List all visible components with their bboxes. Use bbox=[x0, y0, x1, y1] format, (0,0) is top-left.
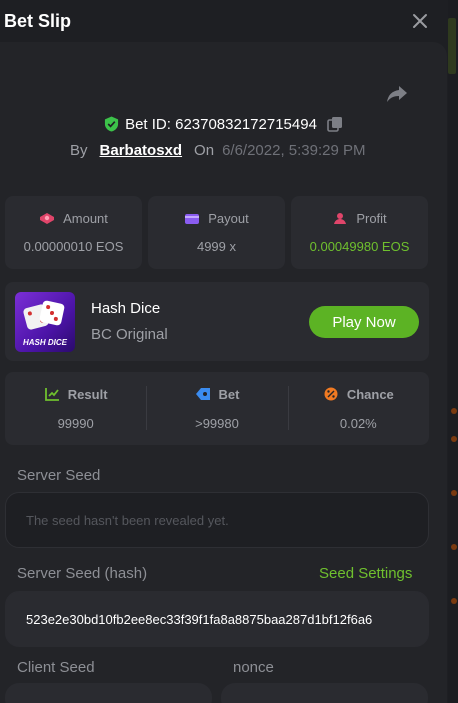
chance-column: Chance 0.02% bbox=[287, 372, 429, 445]
stat-value: 4999 x bbox=[196, 239, 237, 254]
dialog-title: Bet Slip bbox=[4, 10, 72, 31]
result-value: 99990 bbox=[57, 415, 94, 431]
server-seed-field[interactable]: The seed hasn't been revealed yet. bbox=[5, 492, 429, 548]
background-dot bbox=[451, 436, 457, 442]
share-icon[interactable] bbox=[386, 84, 408, 104]
amount-icon bbox=[40, 212, 55, 224]
stat-payout: Payout 4999 x bbox=[148, 196, 285, 269]
client-seed-field[interactable] bbox=[5, 683, 212, 703]
background-dot bbox=[451, 544, 457, 550]
nonce-field[interactable] bbox=[221, 683, 428, 703]
result-panel: Result 99990 Bet >99980 Chance 0.02% bbox=[5, 372, 429, 445]
server-hash-field[interactable]: 523e2e30bd10fb2ee8ec33f39f1fa8a8875baa28… bbox=[5, 591, 429, 647]
stat-label: Amount bbox=[63, 211, 108, 226]
chance-value: 0.02% bbox=[339, 415, 377, 431]
bet-stats: Amount 0.00000010 EOS Payout 4999 x Prof… bbox=[5, 196, 428, 269]
result-icon bbox=[44, 388, 59, 401]
bet-value: >99980 bbox=[195, 415, 239, 431]
bet-id-row: Bet ID: 62370832172715494 bbox=[0, 113, 447, 135]
game-thumbnail-text: HASH DICE bbox=[22, 338, 67, 347]
nonce-label: nonce bbox=[233, 659, 274, 676]
by-label: By bbox=[70, 141, 88, 159]
stat-value: 0.00000010 EOS bbox=[23, 239, 124, 254]
bet-slip-dialog: Bet Slip Bet ID: 62370832172715494 By Ba… bbox=[0, 0, 448, 703]
bet-id: Bet ID: 62370832172715494 bbox=[125, 115, 317, 133]
bet-label: Bet bbox=[218, 386, 240, 402]
bet-author-row: By Barbatosxd On 6/6/2022, 5:39:29 PM bbox=[70, 140, 366, 160]
username-link[interactable]: Barbatosxd bbox=[100, 142, 183, 159]
wallet-icon bbox=[185, 213, 200, 224]
dialog-header: Bet Slip bbox=[0, 0, 448, 42]
bet-date: 6/6/2022, 5:39:29 PM bbox=[222, 141, 366, 159]
game-card: HASH DICE Hash Dice BC Original Play Now bbox=[5, 282, 429, 361]
bet-tag-icon bbox=[195, 388, 210, 400]
profit-icon bbox=[334, 212, 347, 224]
dice-icon bbox=[38, 299, 66, 327]
close-icon[interactable] bbox=[412, 13, 428, 29]
background-dot bbox=[451, 598, 457, 604]
stat-label: Profit bbox=[356, 211, 387, 226]
result-label: Result bbox=[67, 386, 108, 402]
game-provider: BC Original bbox=[91, 326, 168, 343]
copy-icon[interactable] bbox=[327, 116, 343, 132]
game-name: Hash Dice bbox=[91, 300, 161, 317]
server-hash-label: Server Seed (hash) bbox=[17, 565, 148, 582]
shield-check-icon bbox=[105, 116, 119, 132]
stat-value: 0.00049980 EOS bbox=[309, 239, 410, 254]
bet-column: Bet >99980 bbox=[146, 372, 287, 445]
chance-label: Chance bbox=[346, 386, 394, 402]
game-thumbnail[interactable]: HASH DICE bbox=[15, 292, 75, 352]
bet-card: Bet ID: 62370832172715494 By Barbatosxd … bbox=[0, 42, 447, 703]
percent-icon bbox=[324, 387, 338, 401]
background-dot bbox=[451, 490, 457, 496]
play-now-button[interactable]: Play Now bbox=[309, 306, 419, 338]
stat-amount: Amount 0.00000010 EOS bbox=[5, 196, 142, 269]
background-dot bbox=[451, 408, 457, 414]
background-banner bbox=[448, 18, 456, 74]
client-seed-label: Client Seed bbox=[17, 659, 95, 676]
seed-settings-link[interactable]: Seed Settings bbox=[319, 565, 412, 582]
on-label: On bbox=[194, 141, 215, 159]
result-column: Result 99990 bbox=[5, 372, 146, 445]
server-seed-label: Server Seed bbox=[17, 467, 101, 484]
stat-profit: Profit 0.00049980 EOS bbox=[291, 196, 428, 269]
stat-label: Payout bbox=[208, 211, 249, 226]
